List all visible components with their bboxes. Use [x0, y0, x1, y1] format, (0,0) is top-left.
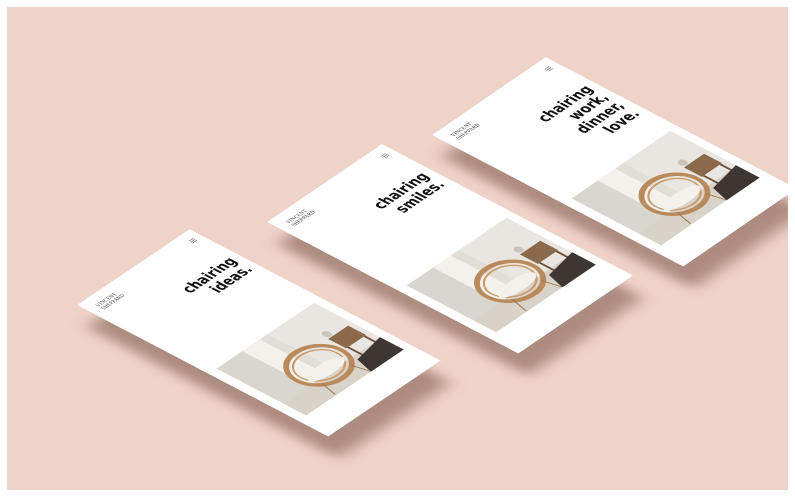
- hamburger-icon: [544, 66, 554, 72]
- card-headline: chairing ideas.: [160, 255, 257, 315]
- hamburger-icon: [380, 153, 390, 159]
- hamburger-icon: [188, 238, 198, 244]
- card-headline: chairing smiles.: [351, 170, 449, 231]
- mockup-scene: VINCENT SHEPPARD chairing ideas. VINCENT …: [7, 7, 788, 490]
